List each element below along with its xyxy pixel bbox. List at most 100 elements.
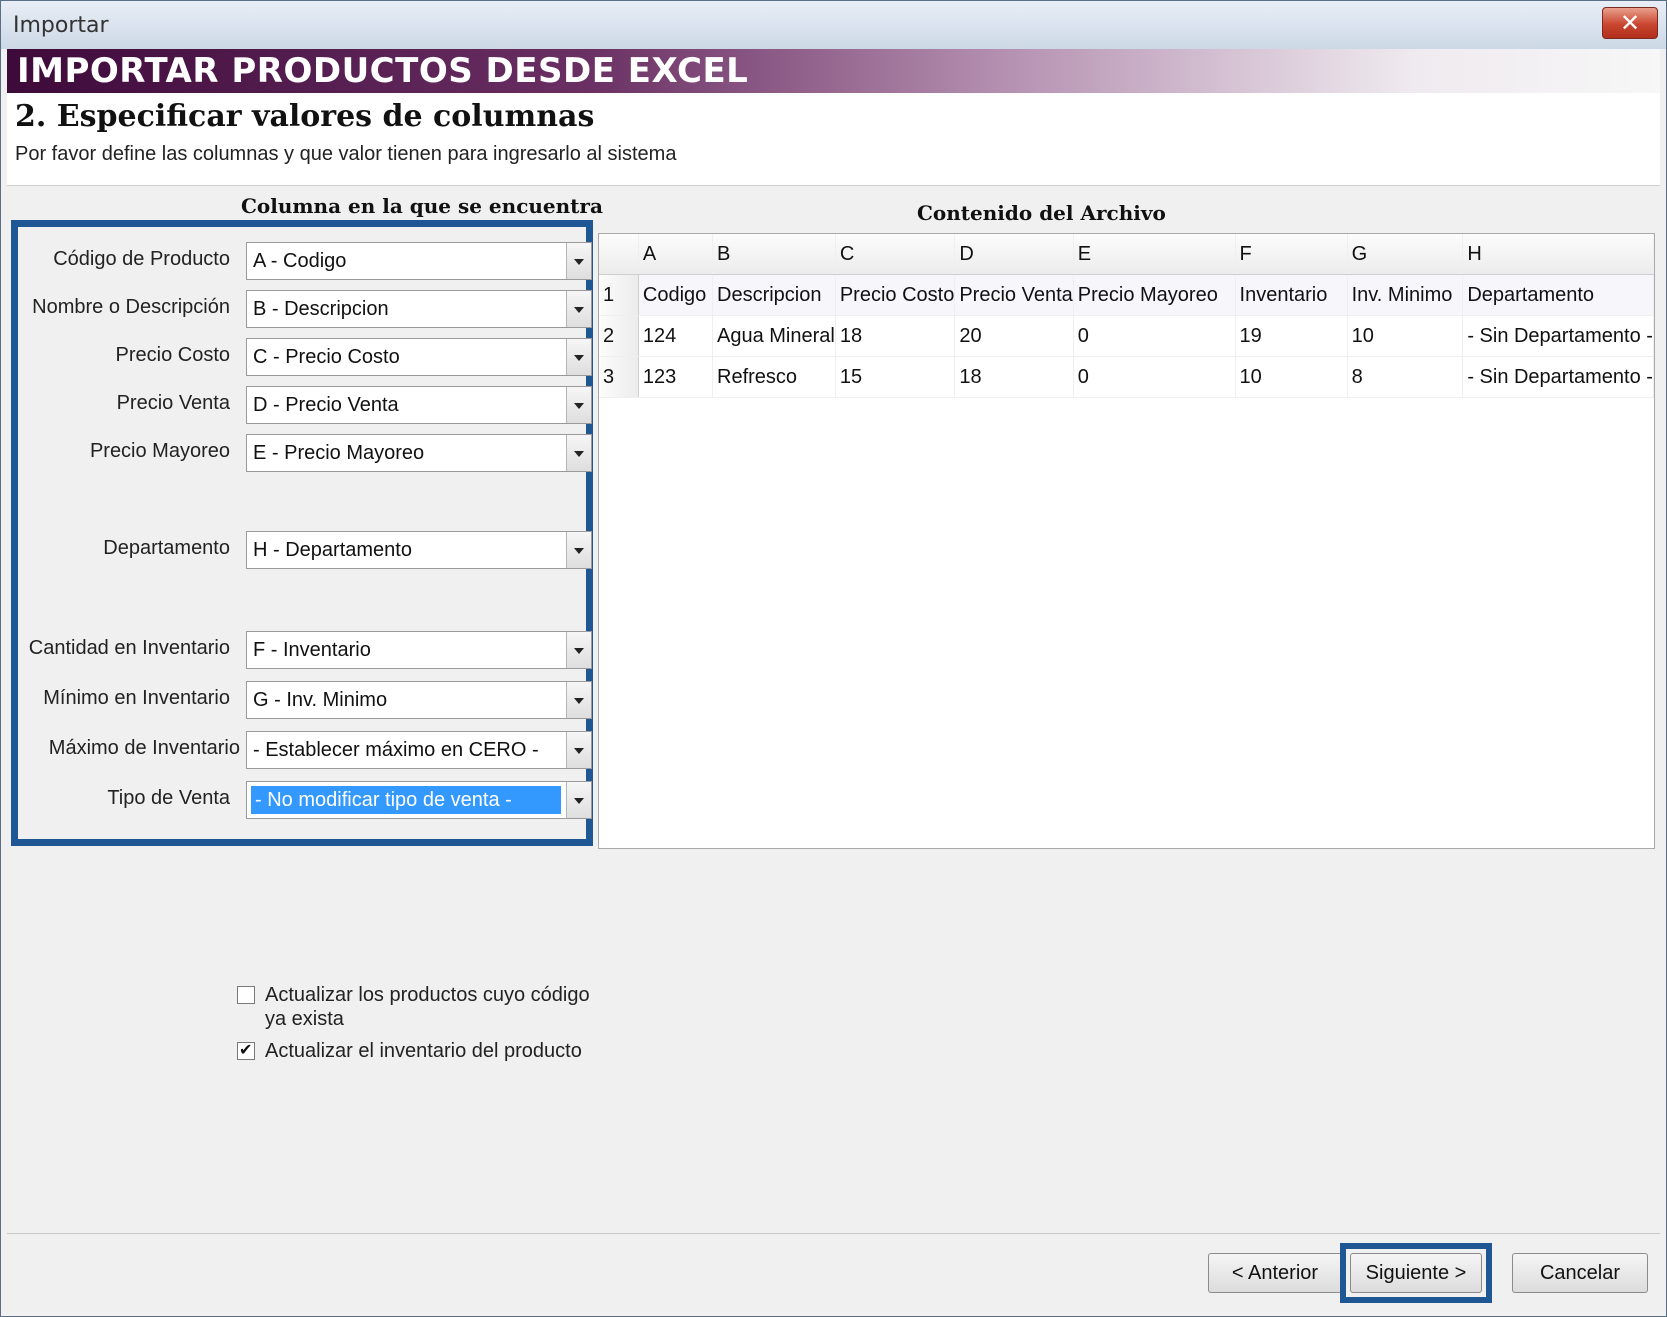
table-cell[interactable]: - Sin Departamento - [1462,315,1654,357]
update-inventory-checkbox[interactable] [237,1040,255,1060]
table-cell[interactable]: 18 [835,315,956,357]
table-cell[interactable]: 10 [1347,315,1464,357]
chevron-down-icon[interactable] [566,243,591,279]
chevron-down-icon[interactable] [566,732,591,768]
chevron-down-icon[interactable] [566,435,591,471]
column-header[interactable]: B [712,234,836,275]
precio-venta-column-select[interactable]: D - Precio Venta [246,386,592,424]
chevron-down-icon[interactable] [566,682,591,718]
table-cell[interactable]: Inventario [1235,274,1348,316]
import-dialog: Importar ✕ IMPORTAR PRODUCTOS DESDE EXCE… [0,0,1667,1317]
back-button[interactable]: < Anterior [1208,1253,1342,1293]
update-inventory-option[interactable]: Actualizar el inventario del producto [237,1039,637,1069]
combo-value: E - Precio Mayoreo [253,442,425,464]
field-label: Tipo de Venta [107,787,230,809]
table-cell[interactable]: Descripcion [712,274,836,316]
inventario-column-select[interactable]: F - Inventario [246,631,592,669]
file-content-heading: Contenido del Archivo [917,201,1166,225]
column-header[interactable]: F [1235,234,1348,275]
column-header[interactable]: C [835,234,956,275]
codigo-column-select[interactable]: A - Codigo [246,242,592,280]
table-cell[interactable]: 19 [1235,315,1348,357]
banner: IMPORTAR PRODUCTOS DESDE EXCEL [7,49,1660,93]
footer-divider [7,1233,1660,1234]
precio-costo-column-select[interactable]: C - Precio Costo [246,338,592,376]
chevron-down-icon[interactable] [566,387,591,423]
window-title: Importar [13,13,109,38]
table-cell[interactable]: Inv. Minimo [1347,274,1464,316]
step-description: Por favor define las columnas y que valo… [15,143,677,165]
maximo-column-select[interactable]: - Establecer máximo en CERO - [246,731,592,769]
table-cell[interactable]: Precio Venta [954,274,1074,316]
cancel-button[interactable]: Cancelar [1512,1253,1648,1293]
combo-value: C - Precio Costo [253,346,400,368]
update-existing-option[interactable]: Actualizar los productos cuyo código ya … [237,983,637,1039]
field-label: Departamento [103,537,230,559]
combo-value: G - Inv. Minimo [253,689,388,711]
table-row: 3 123 Refresco 15 18 0 10 8 - Sin Depart… [599,356,1654,398]
file-content-grid[interactable]: A B C D E F G H 1 Codigo Descripcion Pre… [598,233,1655,849]
update-existing-label: Actualizar los productos cuyo código ya … [265,983,590,1031]
next-button[interactable]: Siguiente > [1350,1253,1482,1293]
table-cell[interactable]: Codigo [638,274,714,316]
table-cell[interactable]: 124 [638,315,714,357]
table-cell[interactable]: Agua Mineral [712,315,836,357]
table-cell[interactable]: 15 [835,356,956,398]
row-number[interactable]: 1 [599,274,639,316]
table-cell[interactable]: Refresco [712,356,836,398]
table-row: 2 124 Agua Mineral 18 20 0 19 10 - Sin D… [599,315,1654,357]
mapping-row-precio-mayoreo: Precio Mayoreo E - Precio Mayoreo [18,434,592,474]
nombre-column-select[interactable]: B - Descripcion [246,290,592,328]
combo-value: - Establecer máximo en CERO - [253,739,539,761]
field-label: Código de Producto [53,248,230,270]
departamento-column-select[interactable]: H - Departamento [246,531,592,569]
chevron-down-icon[interactable] [566,782,591,818]
table-cell[interactable]: Departamento [1462,274,1654,316]
mapping-row-precio-venta: Precio Venta D - Precio Venta [18,386,592,426]
table-cell[interactable]: 18 [954,356,1074,398]
minimo-column-select[interactable]: G - Inv. Minimo [246,681,592,719]
update-inventory-label: Actualizar el inventario del producto [265,1040,582,1062]
column-header-row: A B C D E F G H [599,234,1654,275]
column-header[interactable]: H [1462,234,1654,275]
column-mapping-panel: Código de Producto A - Codigo Nombre o D… [11,220,593,846]
preview-table: A B C D E F G H 1 Codigo Descripcion Pre… [599,234,1654,398]
table-cell[interactable]: 8 [1347,356,1464,398]
update-existing-checkbox[interactable] [237,986,255,1004]
table-row: 1 Codigo Descripcion Precio Costo Precio… [599,274,1654,316]
table-cell[interactable]: - Sin Departamento - [1462,356,1654,398]
row-number[interactable]: 2 [599,315,639,357]
column-header[interactable]: G [1347,234,1464,275]
mapping-heading: Columna en la que se encuentra [241,194,603,218]
column-header[interactable]: A [638,234,714,275]
field-label: Mínimo en Inventario [43,687,230,709]
chevron-down-icon[interactable] [566,632,591,668]
tipo-venta-select[interactable]: - No modificar tipo de venta - [246,781,592,819]
table-cell[interactable]: 10 [1235,356,1348,398]
row-number[interactable]: 3 [599,356,639,398]
table-cell[interactable]: 0 [1073,315,1236,357]
close-icon: ✕ [1619,9,1641,37]
mapping-row-maximo-inventario: Máximo de Inventario - Establecer máximo… [18,731,592,771]
table-cell[interactable]: 123 [638,356,714,398]
chevron-down-icon[interactable] [566,291,591,327]
table-cell[interactable]: Precio Mayoreo [1073,274,1236,316]
combo-value: - No modificar tipo de venta - [251,786,561,814]
close-button[interactable]: ✕ [1602,7,1658,39]
mapping-row-cantidad-inventario: Cantidad en Inventario F - Inventario [18,631,592,671]
table-cell[interactable]: Precio Costo [835,274,956,316]
field-label: Precio Costo [115,344,231,366]
combo-value: D - Precio Venta [253,394,399,416]
column-header[interactable]: E [1073,234,1236,275]
mapping-row-codigo: Código de Producto A - Codigo [18,242,592,282]
table-cell[interactable]: 0 [1073,356,1236,398]
field-label: Nombre o Descripción [32,296,230,318]
precio-mayoreo-column-select[interactable]: E - Precio Mayoreo [246,434,592,472]
column-header[interactable]: D [954,234,1074,275]
chevron-down-icon[interactable] [566,339,591,375]
table-cell[interactable]: 20 [954,315,1074,357]
update-existing-label-line2: ya exista [265,1008,344,1030]
title-bar[interactable]: Importar ✕ [1,1,1666,49]
chevron-down-icon[interactable] [566,532,591,568]
mapping-row-nombre: Nombre o Descripción B - Descripcion [18,290,592,330]
